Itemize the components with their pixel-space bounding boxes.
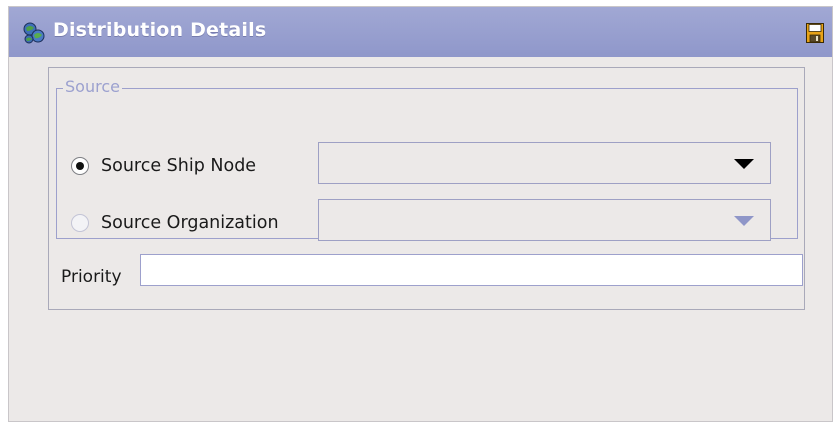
- page-title: Distribution Details: [53, 19, 267, 41]
- source-organization-radio[interactable]: [71, 214, 89, 232]
- source-organization-label: Source Organization: [101, 213, 279, 233]
- save-disk-icon[interactable]: [806, 23, 824, 43]
- priority-label: Priority: [61, 267, 122, 287]
- source-ship-node-option[interactable]: Source Ship Node: [71, 154, 256, 178]
- source-organization-option[interactable]: Source Organization: [71, 211, 279, 235]
- source-group-legend: Source: [63, 77, 122, 96]
- network-globe-icon: [23, 22, 45, 44]
- priority-input[interactable]: [140, 254, 803, 286]
- source-organization-select[interactable]: [318, 199, 771, 241]
- distribution-details-window: Distribution Details Source Source Ship …: [8, 6, 833, 422]
- chevron-down-icon[interactable]: [734, 159, 754, 169]
- title-bar: Distribution Details: [9, 7, 832, 57]
- details-panel: Source Source Ship Node Source Organizat…: [48, 67, 805, 310]
- source-group: Source Source Ship Node Source Organizat…: [56, 77, 798, 241]
- chevron-down-icon[interactable]: [734, 216, 754, 226]
- source-ship-node-label: Source Ship Node: [101, 156, 257, 176]
- source-ship-node-select[interactable]: [318, 142, 771, 184]
- source-ship-node-radio[interactable]: [71, 157, 89, 175]
